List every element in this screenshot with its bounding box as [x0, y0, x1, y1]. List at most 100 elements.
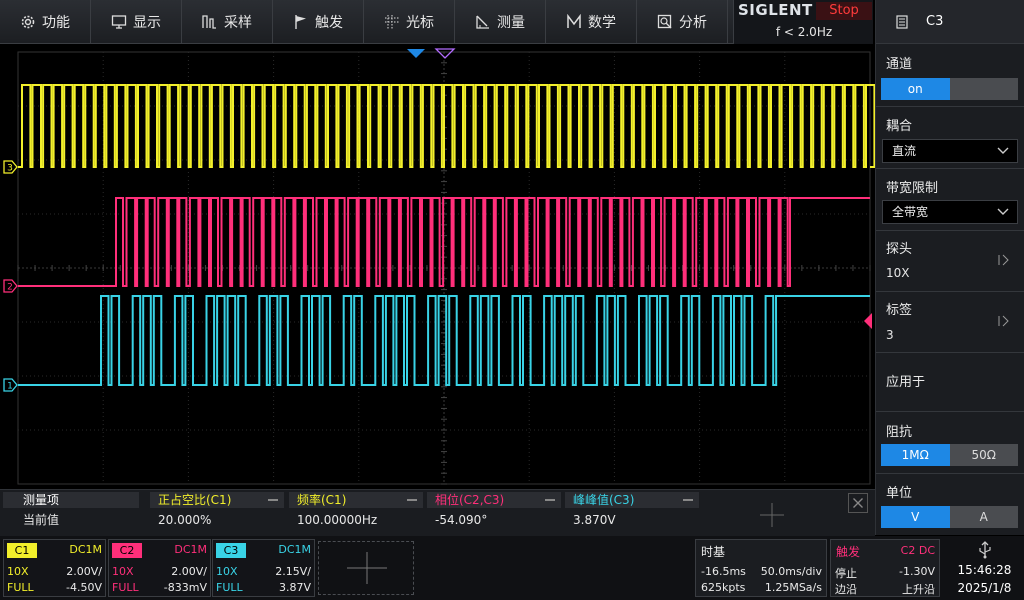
usb-icon	[979, 541, 991, 559]
menu-item-crosshair[interactable]: 光标	[364, 0, 455, 44]
ruler-icon	[475, 14, 491, 30]
unit-toggle[interactable]: V A	[881, 506, 1018, 528]
monitor-icon	[111, 14, 127, 30]
divider	[876, 291, 1024, 292]
channel-box-c3[interactable]: C3 DC1M 10X 2.15V/FULL 3.87V	[212, 539, 315, 597]
brand-area: SIGLENT Stop f < 2.0Hz	[733, 0, 873, 44]
channel-coupling: DC1M	[174, 543, 207, 556]
crosshair-icon	[384, 14, 400, 30]
math-icon	[566, 14, 582, 30]
measurement-table: 测量项 当前值 正占空比(C1) 20.000% 频率(C1) 100.00000Hz…	[0, 489, 875, 536]
channel-list-icon	[896, 14, 908, 29]
cyan-trace	[18, 84, 875, 168]
bandwidth-dropdown[interactable]: 全带宽	[882, 200, 1018, 224]
channel-2-marker[interactable]: 2	[3, 279, 18, 293]
divider	[876, 106, 1024, 107]
probe-label: 探头	[886, 242, 913, 257]
channel-settings-panel: C3 通道 on 耦合 直流 带宽限制 全带宽 探头 10X 标签 3 应用于 …	[875, 0, 1024, 535]
measurement-value: -54.090°	[435, 513, 488, 527]
add-measurement-icon[interactable]	[760, 503, 784, 527]
coupling-dropdown[interactable]: 直流	[882, 139, 1018, 163]
channel-tag: C3	[216, 543, 246, 558]
current-value-label: 当前值	[23, 513, 60, 527]
unit-amp-option[interactable]: A	[949, 506, 1018, 528]
unit-volt-option[interactable]: V	[881, 506, 950, 528]
status-bar: C1 DC1M 10X 2.00V/FULL -4.50V C2 DC1M 10X 2.00V/…	[0, 536, 1024, 600]
channel-probe: 10X	[7, 565, 29, 578]
menu-item-monitor[interactable]: 显示	[91, 0, 182, 44]
measurement-column[interactable]: 峰峰值(C3) 3.870V	[565, 492, 699, 534]
trigger-slope: 上升沿	[902, 583, 935, 596]
measurement-item-header: 测量项	[3, 492, 139, 508]
channel-toggle[interactable]: on	[881, 78, 1018, 100]
channel-coupling: DC1M	[69, 543, 102, 556]
probe-value[interactable]: 10X	[886, 266, 910, 280]
add-channel-slot[interactable]	[318, 541, 414, 595]
channel-1-marker[interactable]: 1	[3, 378, 18, 392]
menu-item-label: 功能	[42, 15, 70, 31]
channel-box-c1[interactable]: C1 DC1M 10X 2.00V/FULL -4.50V	[3, 539, 106, 597]
trigger-level: -1.30V	[899, 565, 935, 578]
unit-label: 单位	[886, 486, 913, 501]
chevron-down-icon	[997, 147, 1009, 154]
trigger-frequency: f < 2.0Hz	[775, 25, 833, 39]
magenta-trace	[18, 197, 870, 287]
tag-value[interactable]: 3	[886, 328, 894, 342]
measurement-column[interactable]: 相位(C2,C3) -54.090°	[427, 492, 561, 534]
waveform-display[interactable]: 3 2 1	[0, 44, 875, 490]
delay-marker[interactable]	[434, 48, 456, 59]
menu-item-analysis[interactable]: 分析	[637, 0, 728, 44]
channel-off-option[interactable]	[949, 78, 1018, 100]
measurement-label-column: 测量项 当前值	[3, 492, 139, 534]
divider	[876, 352, 1024, 353]
channel-scale: 2.00V/	[66, 565, 102, 578]
channel-on-option[interactable]: on	[881, 78, 950, 100]
apply-to-item[interactable]: 应用于	[886, 371, 925, 390]
panel-title: C3	[926, 14, 944, 29]
impedance-1m-option[interactable]: 1MΩ	[881, 444, 950, 466]
menu-item-label: 显示	[133, 15, 161, 31]
trigger-position-marker[interactable]	[407, 49, 425, 58]
coupling-label: 耦合	[886, 119, 913, 134]
menu-item-label: 光标	[406, 15, 434, 31]
submenu-arrow-icon[interactable]	[996, 254, 1012, 266]
menu-item-sample[interactable]: 采样	[182, 0, 273, 44]
measurement-value: 3.870V	[573, 513, 616, 527]
menu-item-label: 数学	[588, 15, 616, 31]
channel-bandwidth: FULL	[112, 581, 139, 594]
timebase-box[interactable]: 时基 -16.5ms 50.0ms/div 625kpts 1.25MSa/s	[695, 539, 827, 597]
analysis-icon	[657, 14, 673, 30]
submenu-arrow-icon[interactable]	[996, 315, 1012, 327]
measurement-column[interactable]: 频率(C1) 100.00000Hz	[289, 492, 423, 534]
channel-3-marker[interactable]: 3	[3, 160, 18, 174]
impedance-label: 阻抗	[886, 425, 913, 440]
divider	[876, 230, 1024, 231]
trigger-box[interactable]: 触发 C2 DC 停止 -1.30V 边沿 上升沿	[830, 539, 940, 597]
impedance-toggle[interactable]: 1MΩ 50Ω	[881, 444, 1018, 466]
menu-item-gear[interactable]: 功能	[0, 0, 91, 44]
trigger-level-marker[interactable]	[864, 313, 872, 329]
channel-offset: -4.50V	[66, 581, 102, 594]
impedance-50-option[interactable]: 50Ω	[949, 444, 1018, 466]
channel-box-c2[interactable]: C2 DC1M 10X 2.00V/FULL -833mV	[108, 539, 211, 597]
menu-item-label: 分析	[679, 15, 707, 31]
menu-item-label: 采样	[224, 15, 252, 31]
memory-depth: 625kpts	[701, 581, 746, 594]
divider	[876, 168, 1024, 169]
measurement-header: 正占空比(C1)	[158, 493, 232, 507]
close-icon[interactable]	[848, 493, 868, 513]
channel-tag: C1	[7, 543, 37, 558]
siglent-logo: SIGLENT	[738, 1, 813, 19]
run-stop-indicator[interactable]: Stop	[816, 2, 872, 20]
clock-date: 2025/1/8	[957, 581, 1012, 595]
clock: 15:46:28 2025/1/8	[945, 539, 1024, 597]
menu-item-flag[interactable]: 触发	[273, 0, 364, 44]
channel-scale: 2.00V/	[171, 565, 207, 578]
panel-header: C3	[876, 0, 1024, 44]
flag-icon	[293, 14, 309, 30]
gear-icon	[20, 14, 36, 30]
measurement-column[interactable]: 正占空比(C1) 20.000%	[150, 492, 284, 534]
trigger-type: 边沿	[835, 583, 857, 596]
menu-item-ruler[interactable]: 测量	[455, 0, 546, 44]
menu-item-math[interactable]: 数学	[546, 0, 637, 44]
